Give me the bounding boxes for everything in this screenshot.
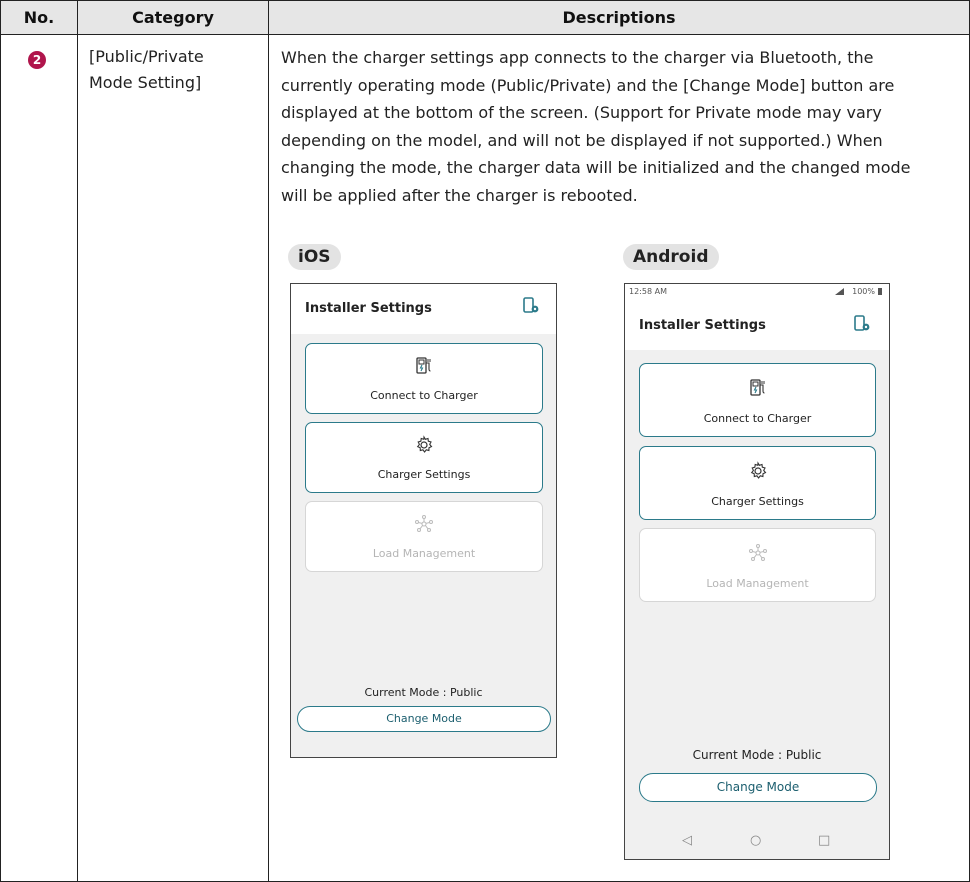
category-cell: [Public/Private Mode Setting]	[89, 44, 254, 96]
ios-label: iOS	[288, 244, 341, 270]
row-number-badge: 2	[28, 51, 46, 69]
table-left-border	[0, 1, 1, 882]
gear-icon	[750, 461, 766, 479]
status-time: 12:58 AM	[629, 287, 667, 296]
description-line: displayed at the bottom of the screen. (…	[281, 103, 882, 122]
status-battery: 100%	[852, 287, 875, 296]
current-mode-text: Current Mode : Public	[692, 748, 822, 762]
description-text: When the charger settings app connects t…	[281, 44, 951, 209]
ios-app-title: Installer Settings	[305, 301, 432, 316]
load-management-button[interactable]: Load Management	[639, 528, 876, 602]
network-nodes-icon	[415, 515, 433, 532]
card-label: Connect to Charger	[370, 389, 478, 402]
description-line: depending on the model, and will not be …	[281, 130, 883, 150]
header-category: Category	[132, 8, 214, 27]
column-divider-1	[77, 1, 78, 882]
description-line: changing the mode, the charger data will…	[281, 158, 911, 177]
android-app-title: Installer Settings	[639, 318, 766, 333]
card-label: Connect to Charger	[703, 412, 812, 425]
load-management-button[interactable]: Load Management	[305, 501, 543, 572]
android-label: Android	[623, 244, 719, 270]
android-nav-bar: ◁ ○ □	[625, 821, 889, 859]
battery-icon	[878, 288, 882, 295]
home-circle-icon[interactable]: ○	[750, 833, 761, 848]
description-line: When the charger settings app connects t…	[281, 48, 874, 67]
back-triangle-icon[interactable]: ◁	[682, 833, 692, 848]
card-label: Charger Settings	[377, 468, 471, 481]
gear-icon	[416, 435, 433, 453]
connect-to-charger-button[interactable]: Connect to Charger	[305, 343, 543, 414]
ev-charger-icon	[749, 379, 765, 396]
ios-app-header: Installer Settings	[291, 284, 556, 334]
connect-to-charger-button[interactable]: Connect to Charger	[639, 363, 876, 437]
description-line: will be applied after the charger is reb…	[281, 185, 638, 205]
header-no: No.	[23, 8, 55, 27]
charger-settings-button[interactable]: Charger Settings	[639, 446, 876, 520]
android-phone-screen: 12:58 AM 100% Installer Settings Connect…	[624, 283, 890, 860]
category-line: Mode Setting]	[89, 73, 202, 92]
card-label: Charger Settings	[711, 495, 804, 508]
ev-charger-icon	[416, 357, 431, 374]
change-mode-button[interactable]: Change Mode	[297, 706, 551, 732]
header-descriptions: Descriptions	[562, 8, 676, 27]
android-app-header: 12:58 AM 100% Installer Settings	[625, 284, 889, 350]
current-mode-text: Current Mode : Public	[364, 686, 483, 699]
card-label: Load Management	[706, 577, 809, 590]
settings-device-icon[interactable]	[853, 315, 871, 333]
charger-settings-button[interactable]: Charger Settings	[305, 422, 543, 493]
ios-phone-screen: Installer Settings Connect to Charger Ch…	[290, 283, 557, 758]
category-line: [Public/Private	[89, 47, 204, 66]
signal-icon	[835, 288, 844, 295]
column-divider-2	[268, 1, 269, 882]
recents-square-icon[interactable]: □	[818, 833, 830, 848]
settings-device-icon[interactable]	[522, 297, 540, 315]
card-label: Load Management	[372, 547, 476, 560]
network-nodes-icon	[748, 544, 767, 561]
description-line: currently operating mode (Public/Private…	[281, 75, 895, 95]
change-mode-button[interactable]: Change Mode	[639, 773, 877, 802]
